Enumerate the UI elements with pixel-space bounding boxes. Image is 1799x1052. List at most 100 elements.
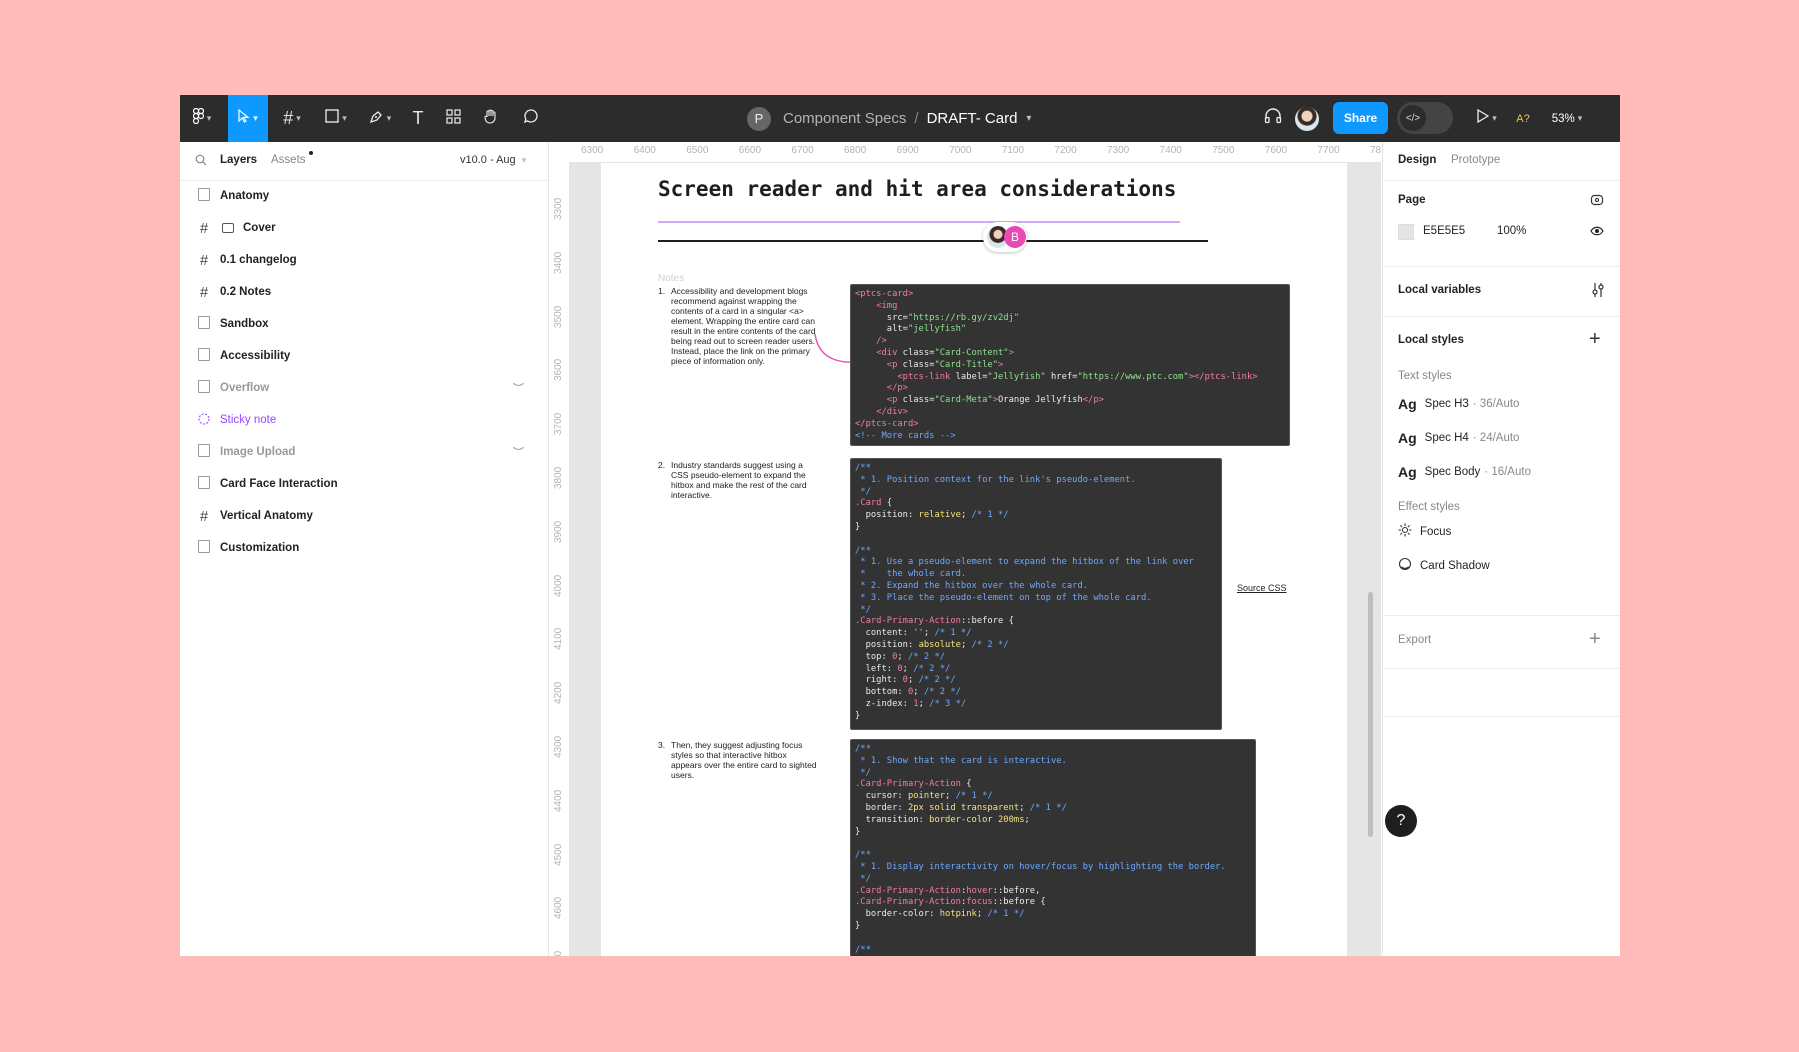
chevron-down-icon[interactable]: ▾ (1026, 113, 1031, 124)
ruler-y-label: 4400 (553, 789, 564, 812)
text-style-item[interactable]: Ag Spec Body · 16/Auto (1398, 464, 1531, 480)
text-style-icon: Ag (1398, 396, 1417, 412)
tab-design[interactable]: Design (1398, 154, 1436, 166)
chevron-down-icon: ▾ (1577, 113, 1583, 123)
design-panel: Design Prototype Page E5E5E5 100% Local … (1382, 142, 1620, 956)
headphones-icon (1264, 108, 1282, 129)
page-settings-icon[interactable] (1590, 193, 1604, 210)
layer-label: Sandbox (220, 318, 269, 330)
toolbar: ▾ ▾ # ▾ ▾ ▾ T P Component Specs / DRAFT-… (180, 95, 1620, 142)
variables-icon[interactable] (1591, 282, 1605, 301)
layer-label: Cover (243, 222, 276, 234)
shape-tool-button[interactable]: ▾ (316, 95, 356, 142)
local-styles-title: Local styles (1398, 334, 1464, 346)
ruler-x-label: 6400 (633, 145, 656, 156)
comment-tool-button[interactable] (514, 95, 548, 142)
share-button[interactable]: Share (1333, 102, 1388, 134)
ruler-horizontal: 6300 6400 6500 6600 6700 6800 6900 7000 7100 7200… (549, 142, 1381, 163)
file-name[interactable]: DRAFT- Card (927, 110, 1018, 127)
note-2-text: Industry standards suggest using a CSS p… (671, 460, 807, 500)
local-variables-title[interactable]: Local variables (1398, 284, 1481, 296)
layer-item[interactable]: Customization (180, 532, 548, 564)
ruler-x-label: 78 (1370, 145, 1381, 156)
hand-tool-button[interactable] (474, 95, 508, 142)
add-style-plus-icon[interactable]: + (1589, 328, 1601, 351)
canvas[interactable]: Screen reader and hit area consideration… (549, 142, 1381, 956)
title-divider (658, 240, 1208, 242)
ruler-y-label: 4300 (553, 735, 564, 758)
audio-button[interactable] (1258, 95, 1288, 142)
drop-shadow-icon (1398, 557, 1420, 574)
hidden-eye-icon[interactable]: ︶ (513, 444, 524, 460)
effect-style-card-shadow[interactable]: Card Shadow (1398, 557, 1490, 574)
tab-prototype[interactable]: Prototype (1451, 154, 1500, 166)
layer-item[interactable]: #0.1 changelog (180, 244, 548, 276)
dev-mode-toggle[interactable]: </> (1397, 102, 1453, 134)
accessibility-check-button[interactable]: A? (1508, 95, 1538, 142)
hidden-eye-icon[interactable]: ︶ (513, 380, 524, 396)
text-style-item[interactable]: Ag Spec H4 · 24/Auto (1398, 430, 1519, 446)
text-style-icon: Ag (1398, 464, 1417, 480)
collaborators-badge[interactable]: B (983, 222, 1027, 252)
export-title[interactable]: Export (1398, 634, 1431, 646)
layer-item[interactable]: Card Face Interaction (180, 468, 548, 500)
main-menu-button[interactable]: ▾ (180, 95, 224, 142)
ruler-x-label: 6900 (896, 145, 919, 156)
page-section: Page E5E5E5 100% (1383, 180, 1620, 267)
tab-layers[interactable]: Layers (220, 154, 257, 166)
code-block-css-focus: /** * 1. Show that the card is interacti… (850, 739, 1256, 956)
layer-label: Image Upload (220, 446, 296, 458)
zoom-control[interactable]: 53% ▾ (1545, 95, 1589, 142)
layer-item[interactable]: #0.2 Notes (180, 276, 548, 308)
search-icon[interactable] (195, 154, 207, 169)
move-tool-button[interactable]: ▾ (228, 95, 268, 142)
layer-label: Overflow (220, 382, 270, 394)
frame-tool-button[interactable]: # ▾ (272, 95, 312, 142)
chevron-down-icon: ▾ (206, 113, 212, 123)
ruler-y-label: 4000 (553, 574, 564, 597)
source-css-link[interactable]: Source CSS (1237, 583, 1287, 593)
canvas-scrollbar[interactable] (1368, 592, 1373, 837)
layer-item[interactable]: Sticky note (180, 404, 548, 436)
help-button[interactable]: ? (1385, 805, 1417, 837)
page-icon (196, 444, 212, 460)
avatar-photo-icon (1295, 106, 1319, 131)
layer-label: Anatomy (220, 190, 270, 202)
figma-logo-icon (192, 107, 204, 129)
pen-tool-button[interactable]: ▾ (360, 95, 400, 142)
tab-assets[interactable]: Assets (271, 154, 306, 166)
text-style-name: Spec H3 (1424, 398, 1469, 410)
layer-label: Card Face Interaction (220, 478, 338, 490)
layer-item[interactable]: Sandbox (180, 308, 548, 340)
components-icon (445, 108, 461, 129)
ruler-x-label: 6800 (844, 145, 867, 156)
ruler-x-label: 7000 (949, 145, 972, 156)
zoom-level: 53% (1551, 112, 1575, 125)
version-selector[interactable]: v10.0 - Aug ▾ (460, 154, 526, 166)
project-name[interactable]: Component Specs (783, 110, 906, 127)
layer-item[interactable]: Accessibility (180, 340, 548, 372)
cursor-icon (238, 108, 250, 128)
effect-style-focus[interactable]: Focus (1398, 523, 1451, 540)
user-avatar[interactable] (1292, 95, 1322, 142)
eye-icon[interactable] (1590, 225, 1604, 240)
layer-item[interactable]: Image Upload ︶ (180, 436, 548, 468)
comment-icon (523, 108, 539, 129)
spec-frame[interactable]: Screen reader and hit area consideration… (601, 162, 1347, 956)
layer-item[interactable]: Overflow ︶ (180, 372, 548, 404)
page-color-value[interactable]: E5E5E5 (1423, 225, 1465, 237)
text-style-name: Spec Body (1424, 466, 1481, 478)
chevron-down-icon: ▾ (253, 113, 258, 123)
layer-item[interactable]: # Vertical Anatomy (180, 500, 548, 532)
ruler-x-label: 7300 (1107, 145, 1130, 156)
resources-button[interactable] (436, 95, 470, 142)
page-color-swatch[interactable] (1398, 224, 1414, 240)
text-tool-button[interactable]: T (402, 95, 434, 142)
add-export-plus-icon[interactable]: + (1589, 628, 1601, 651)
present-button[interactable]: ▾ (1470, 95, 1504, 142)
file-title[interactable]: P Component Specs / DRAFT- Card ▾ (747, 95, 1031, 142)
page-opacity-value[interactable]: 100% (1497, 225, 1526, 237)
layer-item[interactable]: Anatomy (180, 180, 548, 212)
text-style-item[interactable]: Ag Spec H3 · 36/Auto (1398, 396, 1519, 412)
layer-item[interactable]: # Cover (180, 212, 548, 244)
